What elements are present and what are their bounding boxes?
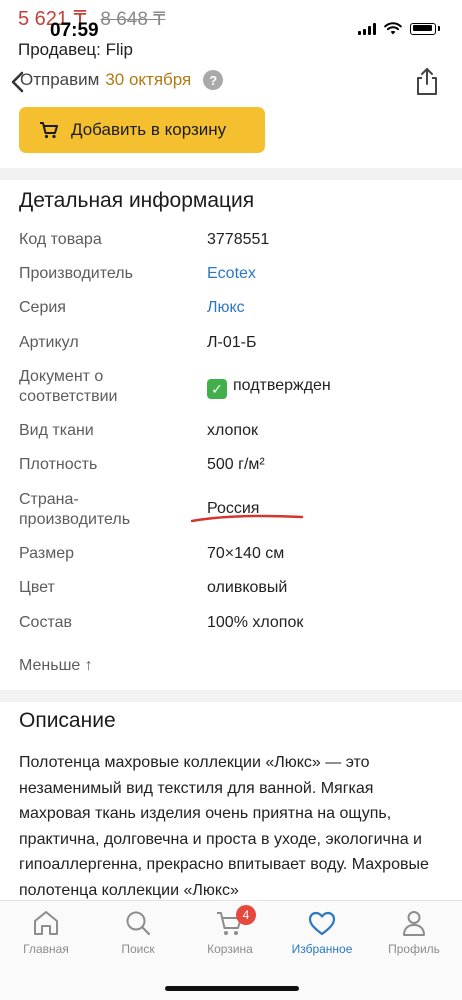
detail-key: Вид ткани — [19, 422, 94, 439]
detail-key: Размер — [19, 545, 74, 562]
detail-key: Серия — [19, 299, 66, 316]
detail-key: Артикул — [19, 334, 79, 351]
series-link[interactable]: Люкс — [207, 298, 245, 318]
tab-label: Профиль — [388, 942, 440, 956]
description-text: Полотенца махровые коллекции «Люкс» — эт… — [19, 754, 429, 899]
detail-value: 70×140 см — [207, 545, 285, 562]
tab-home[interactable]: Главная — [0, 909, 92, 956]
tab-label: Избранное — [291, 942, 353, 956]
status-icons — [358, 22, 440, 35]
manufacturer-link[interactable]: Ecotex — [207, 264, 256, 284]
red-underline-annotation — [190, 514, 304, 523]
detail-value: оливковый — [207, 579, 288, 596]
show-less-link[interactable]: Меньше ↑ — [19, 657, 93, 675]
detail-key: Цвет — [19, 579, 55, 596]
tab-label: Поиск — [121, 942, 155, 956]
tab-profile[interactable]: Профиль — [368, 909, 460, 956]
tab-cart[interactable]: 4 Корзина — [184, 905, 276, 956]
section-divider — [0, 690, 462, 702]
detail-key: Документ о соответствии — [19, 368, 118, 405]
share-icon[interactable] — [414, 66, 440, 96]
detail-value: хлопок — [207, 422, 258, 439]
detail-value: 500 г/м² — [207, 456, 265, 473]
profile-icon — [403, 911, 425, 936]
old-price: 8 648 ₸ — [100, 9, 166, 30]
check-icon: ✓ — [207, 379, 227, 399]
home-indicator — [165, 986, 299, 991]
tab-favorites[interactable]: Избранное — [276, 909, 368, 956]
shipping-info: Отправим 30 октября ? — [20, 70, 224, 90]
detail-value: 3778551 — [207, 231, 270, 248]
home-icon — [34, 911, 58, 935]
description-title: Описание — [19, 709, 116, 732]
shipping-prefix: Отправим — [20, 70, 100, 89]
battery-icon — [410, 22, 436, 35]
shipping-date: 30 октября — [105, 70, 192, 89]
detail-value: Л-01-Б — [207, 334, 257, 351]
detail-value: 100% хлопок — [207, 614, 304, 631]
bottom-tab-bar: Главная Поиск 4 Корзина Избранное Профил… — [0, 900, 462, 1000]
tab-search[interactable]: Поиск — [92, 909, 184, 956]
detail-key: Плотность — [19, 456, 98, 473]
tab-label: Главная — [23, 942, 69, 956]
search-icon — [126, 911, 151, 936]
section-divider — [0, 168, 462, 180]
detail-value: подтвержден — [233, 377, 331, 394]
heart-icon — [308, 911, 336, 936]
seller-label: Продавец: Flip — [18, 40, 133, 59]
product-header: 5 621 ₸ 8 648 ₸ 07:59 Продавец: Flip Отп… — [0, 0, 462, 178]
detail-key: Код товара — [19, 231, 102, 248]
detail-key: Состав — [19, 614, 72, 631]
add-to-cart-button[interactable]: Добавить в корзину — [19, 107, 265, 153]
wifi-icon — [384, 22, 402, 35]
status-time: 07:59 — [50, 20, 99, 41]
detail-key: Производитель — [19, 265, 133, 282]
details-title: Детальная информация — [19, 189, 255, 212]
detail-key: Страна-производитель — [19, 491, 131, 528]
tab-label: Корзина — [207, 942, 253, 956]
help-icon[interactable]: ? — [203, 70, 224, 90]
cellular-signal-icon — [358, 22, 376, 35]
add-to-cart-label: Добавить в корзину — [71, 120, 227, 139]
cart-count-badge: 4 — [236, 905, 256, 925]
cart-icon — [40, 122, 58, 139]
